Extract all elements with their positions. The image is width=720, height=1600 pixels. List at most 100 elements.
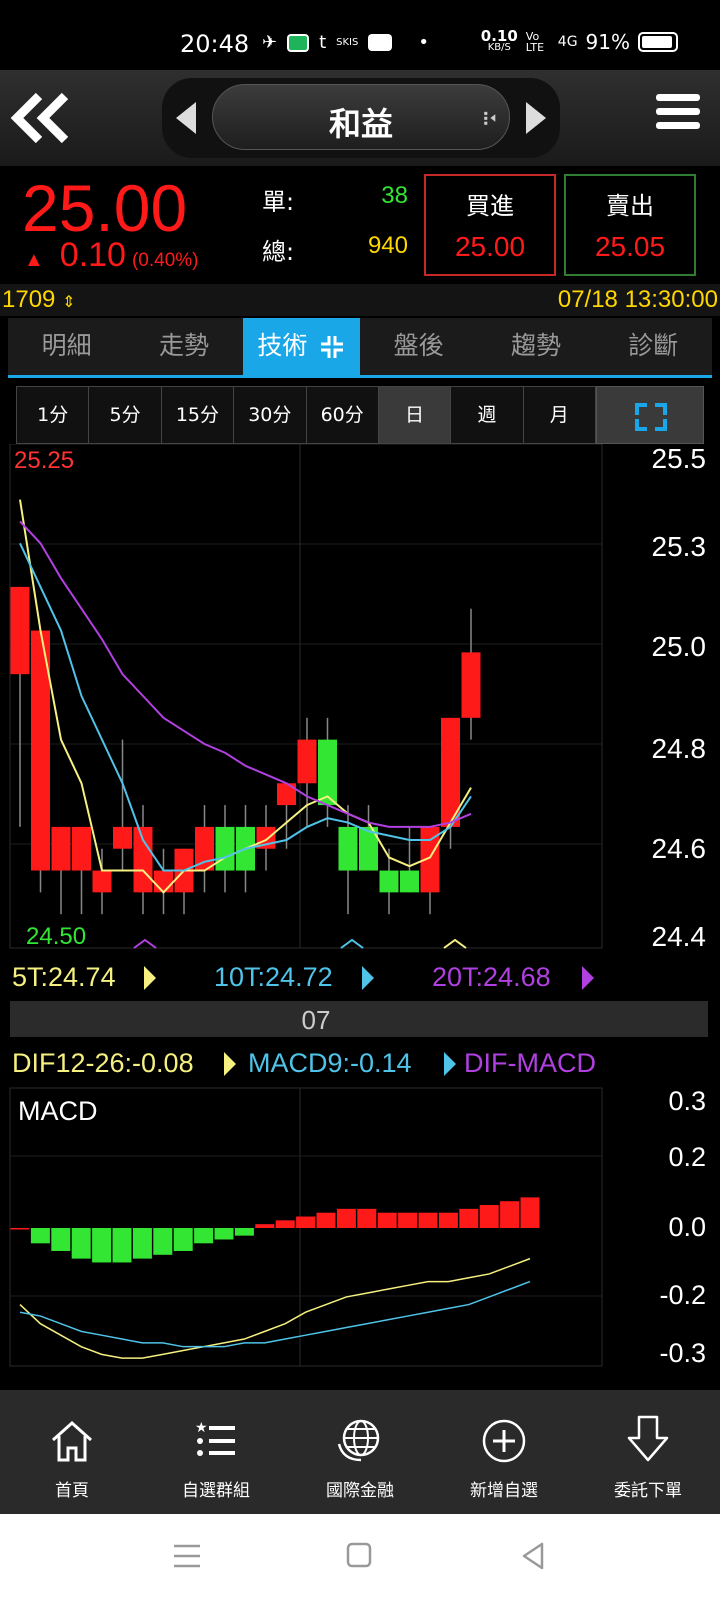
status-system-icons: 0.10 KB/S Vo LTE 4G 91%	[481, 29, 678, 54]
osc-bar	[71, 1228, 91, 1259]
tab-diagnosis[interactable]: 診斷	[595, 318, 712, 375]
macd-dif-legend: DIF12-26:-0.08	[12, 1048, 194, 1078]
candle-body	[338, 826, 358, 871]
view-tabs: 明細 走勢 技術 盤後 趨勢 診斷	[8, 318, 712, 378]
osc-bar	[275, 1220, 295, 1228]
period-30min[interactable]: 30分	[234, 387, 307, 443]
dot-icon: •	[418, 32, 429, 53]
candle-body	[318, 739, 337, 806]
recent-apps-button[interactable]	[174, 1544, 200, 1568]
nav-order[interactable]: 委託下單	[576, 1390, 720, 1514]
y-axis-label: 25.5	[652, 444, 707, 474]
volte-icon: Vo LTE	[525, 30, 545, 54]
back-button[interactable]	[8, 86, 72, 150]
youtube-icon	[368, 34, 393, 51]
sell-label: 賣出	[606, 192, 654, 220]
y-axis-label: 24.8	[652, 733, 707, 764]
nav-international[interactable]: 國際金融	[288, 1390, 432, 1514]
tab-after-hours[interactable]: 盤後	[360, 318, 477, 375]
single-volume-label: 單:	[262, 188, 295, 216]
low-price-label: 24.50	[26, 923, 86, 950]
buy-price: 25.00	[454, 231, 526, 262]
change-percent: (0.40%)	[131, 250, 199, 271]
osc-bar	[255, 1224, 275, 1228]
updown-arrow-icon: ⇕	[62, 294, 76, 311]
home-square-button[interactable]	[346, 1542, 372, 1568]
y-axis-label: 24.6	[652, 833, 707, 864]
sell-button[interactable]: 賣出 25.05	[564, 174, 696, 276]
menu-icon-line	[656, 108, 700, 115]
list-icon: ★	[195, 1419, 235, 1456]
osc-bar	[234, 1228, 254, 1236]
single-volume-value: 38	[381, 182, 408, 209]
menu-button[interactable]	[656, 94, 700, 138]
chart-svg: 25.25 24.50 25.5 25.3 25.0 24.8 24.6 24.…	[9, 443, 708, 1368]
bird-icon: ✈	[262, 32, 278, 53]
period-15min[interactable]: 15分	[162, 387, 235, 443]
menu-icon-line	[656, 122, 700, 129]
stock-name: 和益	[328, 105, 393, 143]
osc-bar	[459, 1208, 479, 1228]
status-time: 20:48	[180, 30, 250, 58]
candle-body	[10, 586, 30, 675]
back-triangle-button[interactable]	[522, 1542, 544, 1570]
period-month[interactable]: 月	[524, 387, 595, 443]
osc-bar	[296, 1216, 316, 1228]
period-5min[interactable]: 5分	[89, 387, 162, 443]
osc-bar	[153, 1228, 173, 1255]
technical-chart[interactable]: 25.25 24.50 25.5 25.3 25.0 24.8 24.6 24.…	[0, 443, 720, 1389]
candle-body	[461, 652, 481, 718]
ma20-line	[19, 520, 472, 828]
candle-body	[297, 739, 317, 784]
grip-icon	[484, 111, 496, 125]
marker-icon	[133, 938, 157, 949]
macd-y-label: 0.3	[668, 1086, 706, 1116]
battery-icon	[638, 32, 678, 52]
marker-icon	[340, 938, 364, 949]
period-day[interactable]: 日	[378, 387, 452, 443]
collapse-icon	[321, 336, 344, 358]
macd-flag-icon	[444, 1052, 456, 1076]
osc-bar	[30, 1228, 50, 1244]
status-bar: 20:48 ✈ t SKIS • 0.10 KB/S Vo LTE 4G 91%	[0, 0, 720, 70]
period-week[interactable]: 週	[451, 387, 524, 443]
osc-bar	[520, 1197, 540, 1228]
nav-watchlist[interactable]: ★ 自選群組	[144, 1390, 288, 1514]
fullscreen-button[interactable]	[596, 386, 704, 444]
y-axis-label: 25.3	[652, 531, 707, 562]
macd-line	[19, 1280, 531, 1348]
prev-stock-button[interactable]	[176, 102, 196, 134]
up-triangle-icon: ▲	[24, 249, 44, 271]
y-axis-label: 25.0	[652, 631, 707, 662]
buy-button[interactable]: 買進 25.00	[424, 174, 556, 276]
candle-body	[400, 870, 419, 893]
osc-bar	[357, 1208, 377, 1228]
info-line: 1709 ⇕ 07/18 13:30:00	[0, 284, 720, 316]
ma5-legend: 5T:24.74	[12, 962, 116, 992]
osc-bar	[500, 1201, 520, 1228]
period-60min[interactable]: 60分	[307, 387, 379, 443]
period-1min[interactable]: 1分	[17, 387, 90, 443]
nav-add-watch[interactable]: 新增自選	[432, 1390, 576, 1514]
tab-trend[interactable]: 走勢	[125, 318, 242, 375]
app-header: 和益	[0, 70, 720, 166]
osc-bar	[418, 1212, 438, 1228]
change-value: 0.10	[59, 236, 126, 274]
next-stock-button[interactable]	[526, 102, 546, 134]
candle-body	[72, 826, 91, 871]
nav-home[interactable]: 首頁	[0, 1390, 144, 1514]
globe-icon	[337, 1419, 380, 1462]
tab-technical[interactable]: 技術	[242, 318, 360, 375]
tab-detail[interactable]: 明細	[8, 318, 125, 375]
dif-line	[19, 1257, 531, 1359]
stock-name-pill[interactable]: 和益	[212, 84, 510, 150]
date-label: 07	[302, 1005, 331, 1035]
total-volume-label: 總:	[262, 238, 295, 266]
osc-bar	[92, 1228, 112, 1263]
price-change: ▲ 0.10 (0.40%)	[24, 236, 199, 275]
battery-text: 91%	[585, 30, 630, 54]
osc-bar	[479, 1205, 499, 1228]
date-strip	[10, 1001, 708, 1037]
down-arrow-icon	[627, 1415, 669, 1462]
tab-trend-analysis[interactable]: 趨勢	[477, 318, 594, 375]
